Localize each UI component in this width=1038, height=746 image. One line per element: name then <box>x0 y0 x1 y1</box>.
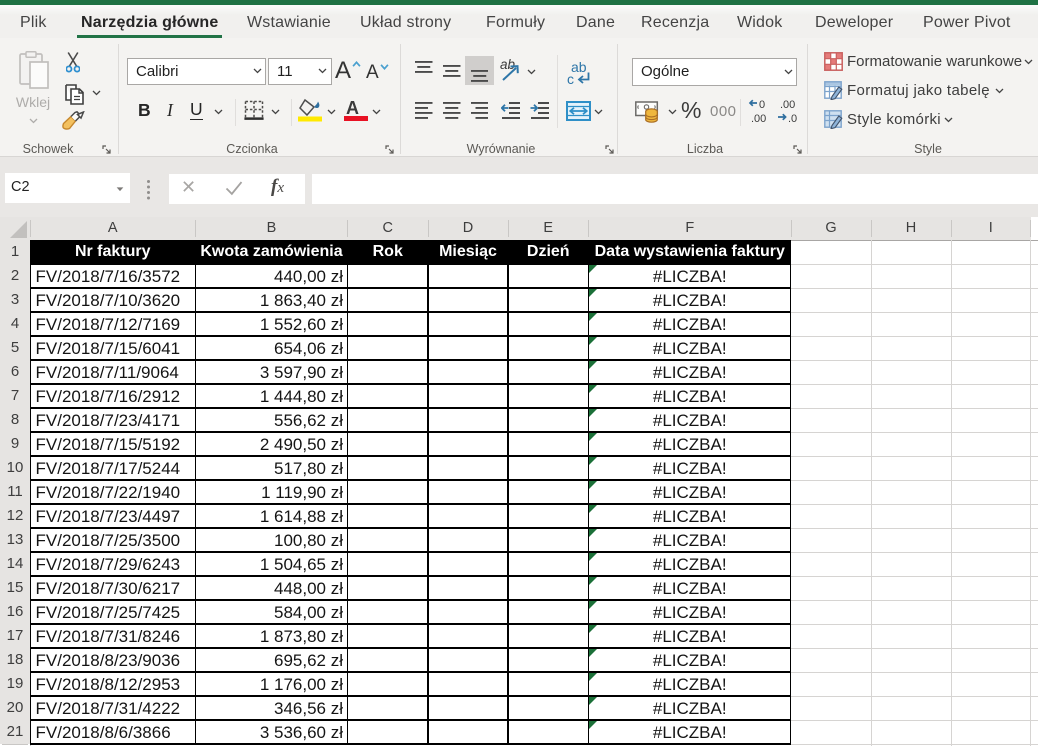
svg-text:0: 0 <box>759 99 765 111</box>
svg-text:.00: .00 <box>780 99 795 111</box>
svg-text:.00: .00 <box>751 113 766 125</box>
svg-text:.0: .0 <box>788 113 797 125</box>
